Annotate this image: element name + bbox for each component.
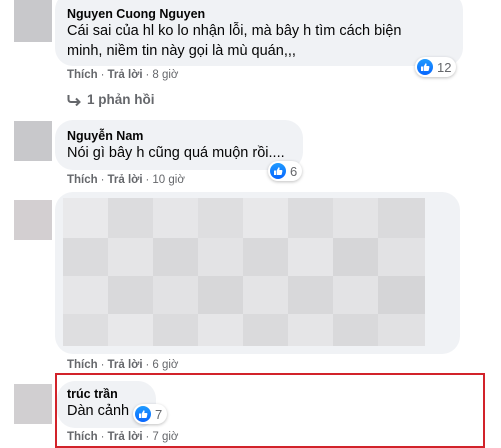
comment-time[interactable]: 10 giờ bbox=[152, 174, 184, 186]
thumbs-up-icon bbox=[270, 163, 286, 179]
like-link[interactable]: Thích bbox=[67, 174, 98, 186]
comment-actions: Thích · Trả lời · 6 giờ bbox=[67, 359, 179, 371]
reply-link[interactable]: Trả lời bbox=[108, 359, 143, 371]
thumbs-up-icon bbox=[417, 59, 433, 75]
view-replies-link[interactable]: 1 phản hồi bbox=[67, 92, 155, 109]
reaction-count: 12 bbox=[437, 59, 452, 75]
avatar[interactable] bbox=[14, 121, 52, 161]
like-link[interactable]: Thích bbox=[67, 359, 98, 371]
comment-author[interactable]: Nguyen Cuong Nguyen bbox=[67, 7, 205, 21]
comment-author[interactable]: Nguyễn Nam bbox=[67, 129, 143, 143]
reaction-summary[interactable]: 6 bbox=[268, 161, 303, 181]
comment-text: Cái sai của hl ko lo nhận lỗi, mà bây h … bbox=[67, 23, 402, 39]
avatar[interactable] bbox=[14, 0, 52, 42]
comment-text: Nói gì bây h cũng quá muộn rồi.... bbox=[67, 145, 285, 161]
comment-text: minh, niềm tin này gọi là mù quán,,, bbox=[67, 43, 296, 59]
reaction-summary[interactable]: 12 bbox=[415, 57, 457, 77]
comment-actions: Thích · Trả lời · 8 giờ bbox=[67, 69, 179, 81]
avatar[interactable] bbox=[14, 200, 52, 240]
reply-link[interactable]: Trả lời bbox=[108, 174, 143, 186]
reply-link[interactable]: Trả lời bbox=[108, 69, 143, 81]
avatar[interactable] bbox=[14, 384, 52, 424]
blurred-image bbox=[63, 198, 425, 346]
view-replies-label[interactable]: 1 phản hồi bbox=[87, 92, 155, 107]
like-link[interactable]: Thích bbox=[67, 69, 98, 81]
comment-time[interactable]: 6 giờ bbox=[152, 359, 178, 371]
comment-time[interactable]: 8 giờ bbox=[152, 69, 178, 81]
highlight-box bbox=[55, 373, 485, 448]
comment-actions: Thích · Trả lời · 10 giờ bbox=[67, 174, 185, 186]
reply-arrow-icon bbox=[67, 94, 81, 109]
reaction-count: 6 bbox=[290, 163, 298, 179]
